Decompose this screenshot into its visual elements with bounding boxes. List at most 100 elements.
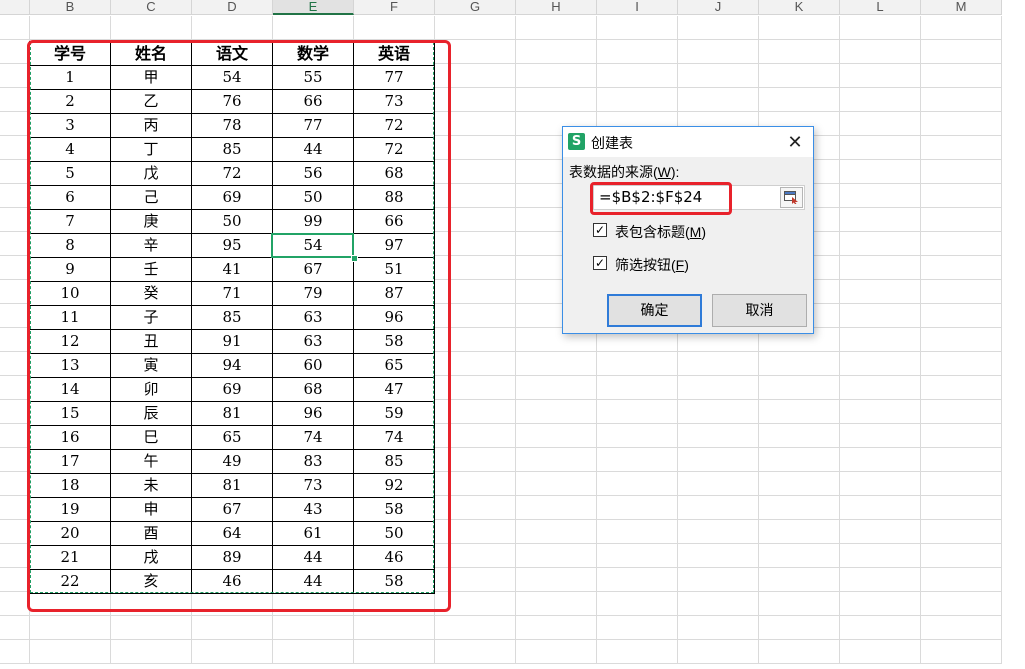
grid-cell[interactable] [0,256,30,280]
cancel-button[interactable]: 取消 [712,294,807,327]
grid-cell[interactable] [0,304,30,328]
grid-cell[interactable] [678,64,759,88]
grid-cell[interactable] [597,640,678,664]
column-header-d[interactable]: D [192,0,273,15]
grid-cell[interactable] [516,496,597,520]
grid-cell[interactable] [192,16,273,40]
grid-cell[interactable] [0,232,30,256]
grid-cell[interactable] [435,640,516,664]
grid-cell[interactable] [30,640,111,664]
grid-cell[interactable] [840,424,921,448]
grid-cell[interactable] [759,400,840,424]
grid-cell[interactable] [921,640,1002,664]
grid-cell[interactable] [921,496,1002,520]
grid-cell[interactable] [678,352,759,376]
column-header-c[interactable]: C [111,0,192,15]
grid-cell[interactable] [354,640,435,664]
grid-cell[interactable] [840,184,921,208]
grid-cell[interactable] [0,280,30,304]
grid-cell[interactable] [516,352,597,376]
grid-cell[interactable] [759,592,840,616]
grid-cell[interactable] [921,16,1002,40]
has-header-checkbox[interactable]: ✓ [593,223,607,237]
grid-cell[interactable] [516,568,597,592]
grid-cell[interactable] [759,448,840,472]
grid-cell[interactable] [759,472,840,496]
grid-cell[interactable] [840,592,921,616]
grid-cell[interactable] [678,376,759,400]
grid-cell[interactable] [678,40,759,64]
grid-cell[interactable] [921,424,1002,448]
grid-cell[interactable] [0,112,30,136]
grid-cell[interactable] [516,400,597,424]
grid-cell[interactable] [435,616,516,640]
grid-cell[interactable] [921,88,1002,112]
grid-cell[interactable] [840,496,921,520]
grid-cell[interactable] [759,568,840,592]
grid-cell[interactable] [678,472,759,496]
grid-cell[interactable] [921,544,1002,568]
ok-button[interactable]: 确定 [607,294,702,327]
grid-cell[interactable] [840,448,921,472]
grid-cell[interactable] [678,592,759,616]
grid-cell[interactable] [840,352,921,376]
column-header-j[interactable]: J [678,0,759,15]
grid-cell[interactable] [678,520,759,544]
grid-cell[interactable] [921,376,1002,400]
grid-cell[interactable] [840,304,921,328]
grid-cell[interactable] [0,592,30,616]
grid-cell[interactable] [516,544,597,568]
grid-cell[interactable] [30,16,111,40]
grid-cell[interactable] [597,352,678,376]
grid-cell[interactable] [678,544,759,568]
grid-cell[interactable] [0,616,30,640]
grid-cell[interactable] [921,592,1002,616]
grid-cell[interactable] [597,16,678,40]
grid-cell[interactable] [0,544,30,568]
grid-cell[interactable] [597,544,678,568]
column-header-m[interactable]: M [921,0,1002,15]
grid-cell[interactable] [921,136,1002,160]
grid-cell[interactable] [921,40,1002,64]
grid-cell[interactable] [921,568,1002,592]
grid-cell[interactable] [840,232,921,256]
grid-cell[interactable] [759,40,840,64]
grid-cell[interactable] [921,112,1002,136]
grid-cell[interactable] [840,376,921,400]
grid-cell[interactable] [840,256,921,280]
grid-cell[interactable] [840,64,921,88]
grid-cell[interactable] [597,496,678,520]
grid-cell[interactable] [111,16,192,40]
grid-cell[interactable] [0,136,30,160]
grid-cell[interactable] [840,520,921,544]
grid-cell[interactable] [678,616,759,640]
grid-cell[interactable] [516,64,597,88]
grid-cell[interactable] [0,184,30,208]
grid-cell[interactable] [597,448,678,472]
grid-cell[interactable] [921,208,1002,232]
grid-cell[interactable] [759,640,840,664]
grid-cell[interactable] [516,472,597,496]
grid-cell[interactable] [0,640,30,664]
grid-cell[interactable] [678,88,759,112]
column-header-i[interactable]: I [597,0,678,15]
grid-cell[interactable] [0,400,30,424]
grid-cell[interactable] [678,568,759,592]
column-header-k[interactable]: K [759,0,840,15]
grid-cell[interactable] [678,400,759,424]
grid-cell[interactable] [759,88,840,112]
grid-cell[interactable] [840,88,921,112]
grid-cell[interactable] [516,520,597,544]
grid-cell[interactable] [840,568,921,592]
grid-cell[interactable] [678,16,759,40]
grid-cell[interactable] [516,448,597,472]
grid-cell[interactable] [30,616,111,640]
grid-cell[interactable] [840,112,921,136]
grid-cell[interactable] [597,472,678,496]
grid-cell[interactable] [921,280,1002,304]
grid-cell[interactable] [759,64,840,88]
grid-cell[interactable] [840,640,921,664]
grid-cell[interactable] [597,40,678,64]
grid-cell[interactable] [597,88,678,112]
grid-cell[interactable] [840,472,921,496]
